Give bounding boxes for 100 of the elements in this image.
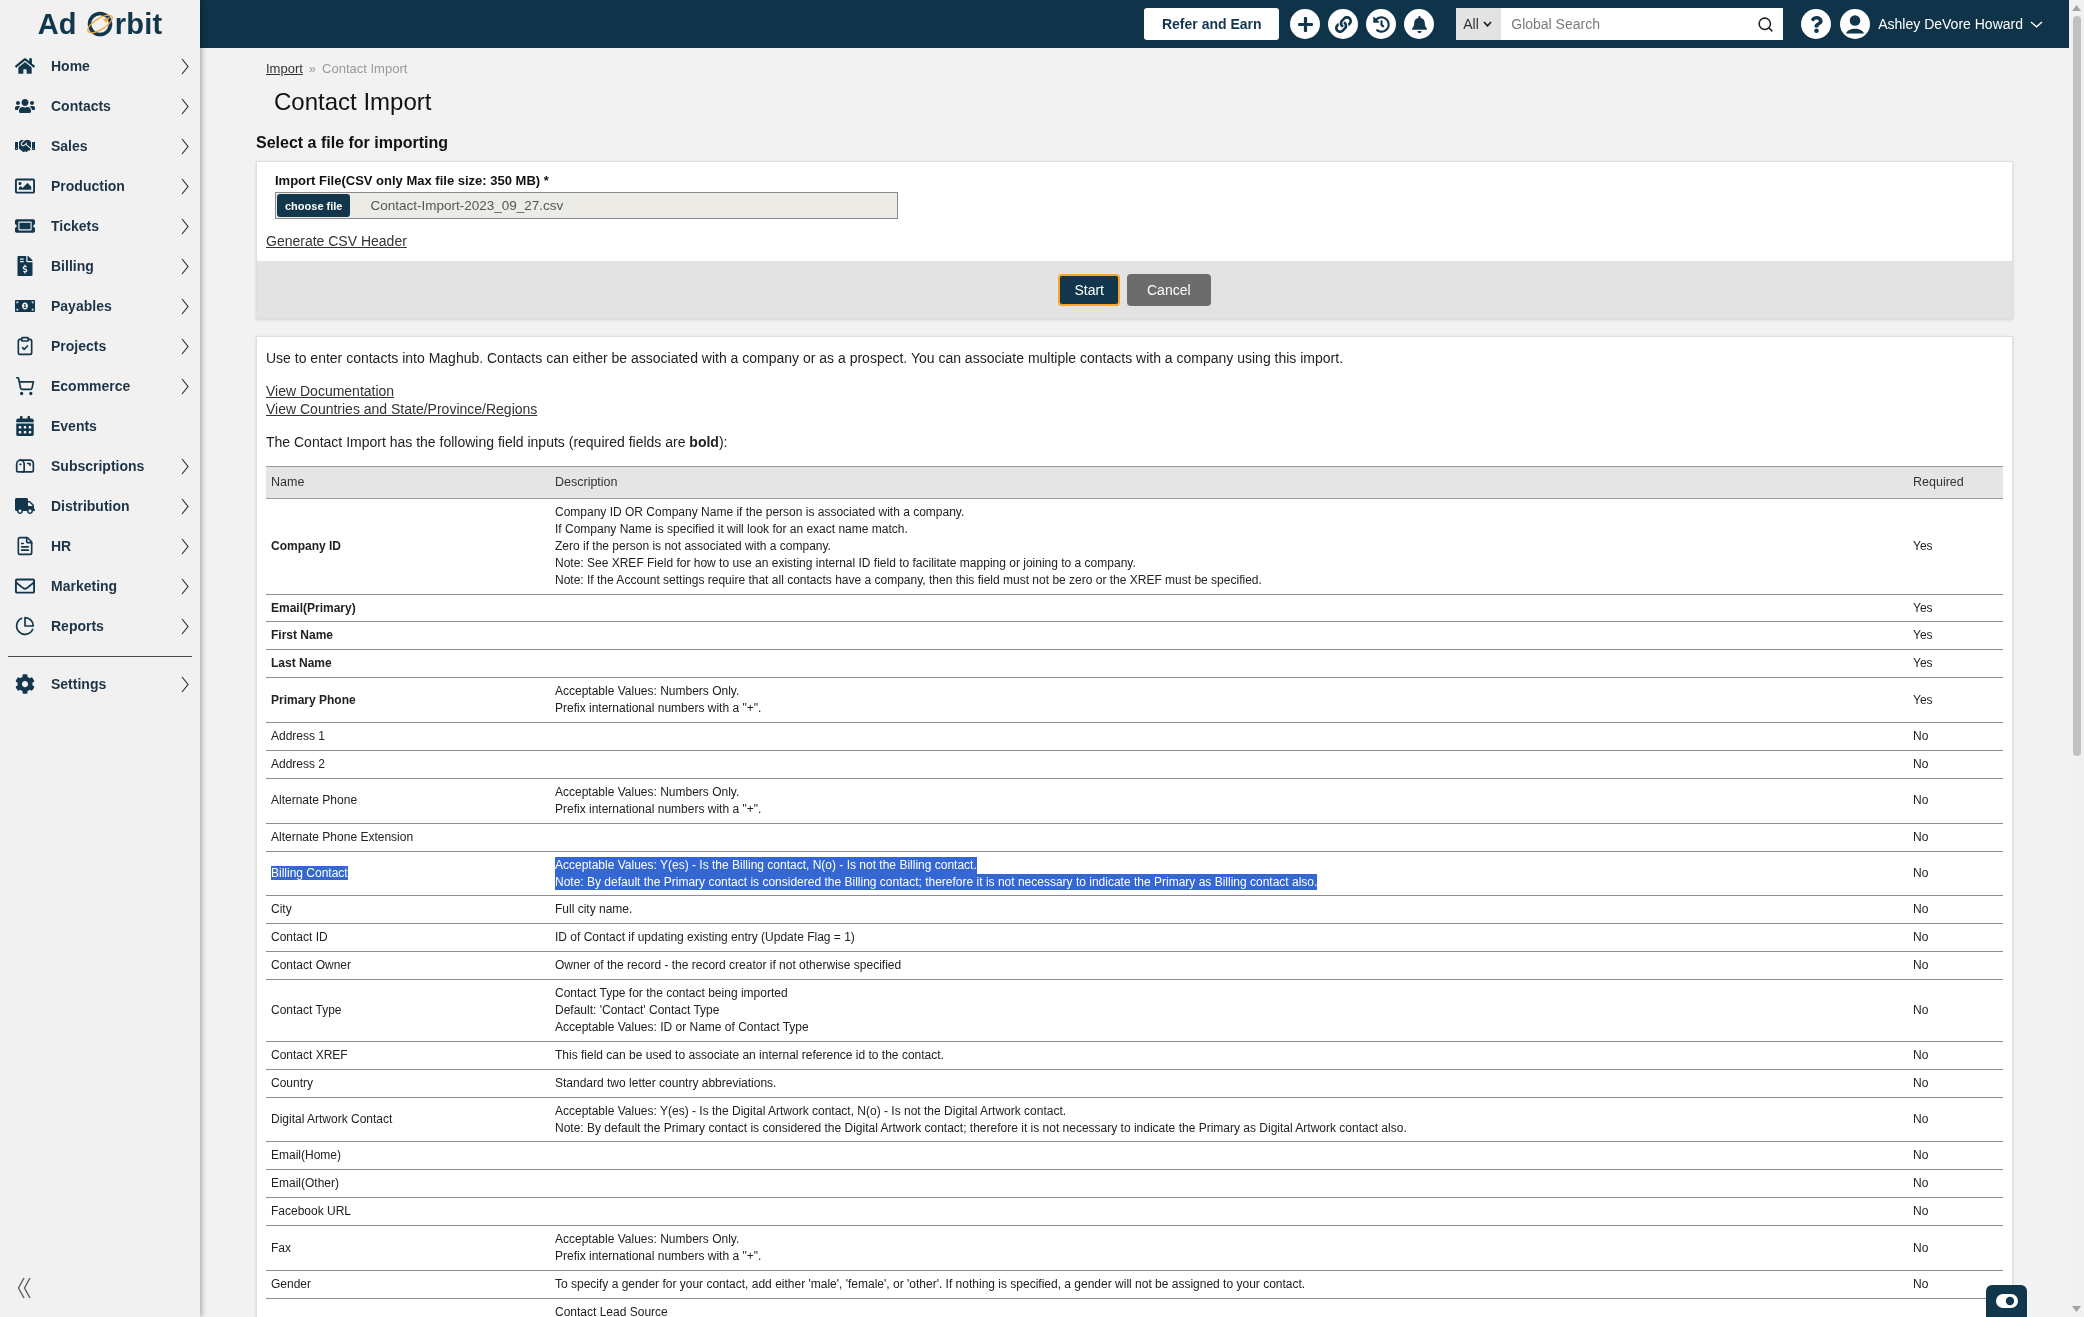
sidebar-item[interactable]: Settings — [0, 664, 200, 704]
description-line: If Company Name is specified it will look for an exact name match. — [555, 520, 908, 538]
column-header: Name — [266, 466, 550, 499]
sidebar-item[interactable]: Distribution — [0, 486, 200, 526]
description-line: Prefix international numbers with a "+". — [555, 1248, 762, 1265]
field-name: Primary Phone — [271, 692, 356, 707]
field-name: Fax — [271, 1240, 291, 1255]
sidebar-item[interactable]: Billing — [0, 246, 200, 286]
field-name: Email(Primary) — [271, 600, 356, 615]
description-line: Acceptable Values: ID or Name of Contact Type — [555, 1018, 809, 1036]
chevron-right-icon — [181, 617, 189, 635]
description-line: Note: By default the Primary contact is considered the Digital Artwork contact; therefore it is not necessary to indicate the Primary as Digital Artwork contact also. — [555, 1119, 1407, 1137]
description-line: Prefix international numbers with a "+". — [555, 700, 762, 718]
generate-header-link[interactable]: Generate CSV Header — [266, 232, 407, 250]
widget-button[interactable] — [1986, 1285, 2027, 1317]
required-value: No — [1913, 1003, 1929, 1018]
chevron-right-icon — [181, 257, 189, 275]
start-button[interactable]: Start — [1058, 273, 1120, 306]
section-heading: Select a file for importing — [256, 133, 450, 153]
history-button[interactable] — [1366, 9, 1397, 39]
description-line: Acceptable Values: Numbers Only. — [555, 1231, 740, 1249]
sidebar-item[interactable]: Ecommerce — [0, 366, 200, 406]
field-name: Email(Other) — [271, 1176, 339, 1191]
text-link[interactable]: View Countries and State/Province/Regions — [266, 400, 538, 418]
description-line: Acceptable Values: Y(es) - Is the Digital Artwork contact, N(o) - Is not the Digital Artwork contact. — [555, 1102, 1067, 1120]
chevron-right-icon — [181, 457, 189, 475]
search-icon[interactable] — [1757, 16, 1775, 33]
link-button[interactable] — [1328, 9, 1359, 39]
document-icon — [15, 536, 35, 556]
field-name: Company ID — [271, 538, 341, 553]
file-name: Contact-Import-2023_09_27.csv — [370, 198, 564, 213]
help-button[interactable] — [1801, 9, 1832, 39]
file-input-field[interactable]: choose file Contact-Import-2023_09_27.csv — [275, 192, 898, 219]
sidebar-item[interactable]: Payables — [0, 286, 200, 326]
sidebar-item[interactable]: Events — [0, 406, 200, 446]
required-value: No — [1913, 866, 1929, 881]
required-value: Yes — [1913, 600, 1933, 615]
field-name: Digital Artwork Contact — [271, 1112, 393, 1127]
chevron-right-icon — [181, 97, 189, 115]
field-name: Contact Type — [271, 1003, 342, 1018]
chevron-right-icon — [181, 675, 189, 693]
required-value: No — [1913, 829, 1929, 844]
breadcrumb-separator: » — [308, 61, 317, 77]
field-name: Alternate Phone Extension — [271, 829, 414, 844]
description-line: Full city name. — [555, 901, 633, 919]
link-icon — [1334, 15, 1352, 33]
description-line: Acceptable Values: Numbers Only. — [555, 783, 740, 801]
column-header: Description — [550, 466, 1908, 499]
field-name: Last Name — [271, 656, 332, 671]
required-value: No — [1913, 1112, 1929, 1127]
user-menu-button[interactable]: Ashley DeVore Howard — [1878, 16, 2043, 32]
breadcrumb-link[interactable]: Import — [266, 61, 303, 77]
required-value: No — [1913, 1204, 1929, 1219]
notifications-button[interactable] — [1404, 9, 1435, 39]
search-field[interactable]: Global Search — [1501, 8, 1784, 40]
caret-icon — [1482, 21, 1492, 27]
choose-file-button[interactable]: choose file — [277, 194, 351, 217]
description-line: Prefix international numbers with a "+". — [555, 800, 762, 818]
collapse-icon[interactable] — [17, 1277, 31, 1299]
description-line: Acceptable Values: Numbers Only. — [555, 683, 740, 701]
sidebar-item[interactable]: Reports — [0, 606, 200, 646]
sidebar-item[interactable]: Contacts — [0, 86, 200, 126]
refer-button[interactable]: Refer and Earn — [1144, 8, 1280, 40]
sidebar-item[interactable]: Subscriptions — [0, 446, 200, 486]
scope-select[interactable]: All — [1456, 8, 1502, 40]
required-value: No — [1913, 1240, 1929, 1255]
sidebar-item[interactable]: Marketing — [0, 566, 200, 606]
required-value: No — [1913, 1047, 1929, 1062]
mailbox-icon — [15, 456, 35, 476]
sidebar-item[interactable]: HR — [0, 526, 200, 566]
scrollbar-thumb[interactable] — [2072, 16, 2081, 756]
sidebar-item[interactable]: Production — [0, 166, 200, 206]
sidebar-item[interactable]: Home — [0, 46, 200, 86]
description-line: To specify a gender for your contact, add either 'male', 'female', or 'other'. If nothing is specified, a gender will not be assigned to your contact. — [555, 1276, 1306, 1293]
chevron-right-icon — [181, 137, 189, 155]
sidebar-item[interactable]: Projects — [0, 326, 200, 366]
chevron-right-icon — [181, 177, 189, 195]
text-link[interactable]: View Documentation — [266, 382, 395, 400]
description-line: Standard two letter country abbreviations. — [555, 1074, 777, 1092]
chevron-right-icon — [181, 377, 189, 395]
cart-icon — [15, 376, 35, 396]
avatar-icon[interactable] — [1840, 9, 1871, 39]
required-value: No — [1913, 958, 1929, 973]
field-name: Contact ID — [271, 930, 328, 945]
field-name: Address 1 — [271, 729, 326, 744]
required-value: No — [1913, 1148, 1929, 1163]
pie-chart-icon — [15, 616, 35, 636]
description-line: Default: 'Contact' Contact Type — [555, 1002, 720, 1019]
cancel-button[interactable]: Cancel — [1127, 273, 1211, 306]
page-title: Contact Import — [274, 88, 433, 116]
field-name: Contact XREF — [271, 1047, 348, 1062]
logo-text: rbit — [114, 9, 163, 39]
sidebar-item[interactable]: Tickets — [0, 206, 200, 246]
calendar-icon — [15, 416, 35, 436]
field-name: Contact Owner — [271, 958, 352, 973]
sidebar-item[interactable]: Sales — [0, 126, 200, 166]
invoice-icon — [15, 256, 35, 276]
add-button[interactable] — [1290, 9, 1321, 39]
intro-text: Use to enter contacts into Maghub. Contacts can either be associated with a company or as a prospect. You can associate multiple contacts with a company using this import. — [266, 349, 1345, 367]
required-value: Yes — [1913, 656, 1933, 671]
